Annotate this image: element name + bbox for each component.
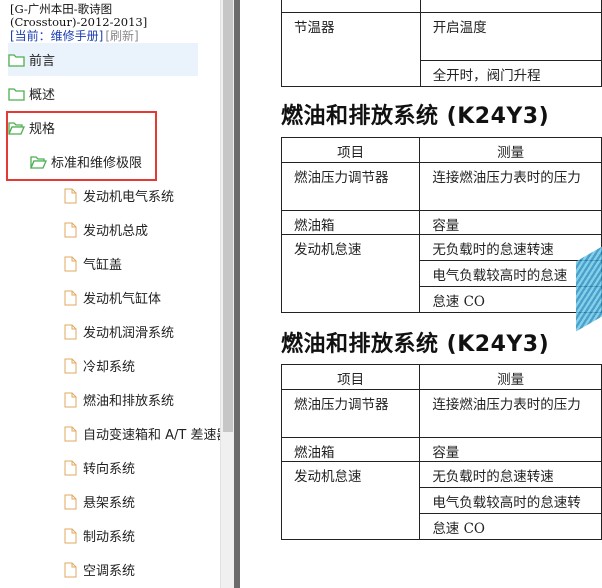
- table-cell-measure: 电气负载较高时的怠速转: [419, 487, 602, 514]
- tree-item-air-conditioning[interactable]: 空调系统: [64, 553, 135, 586]
- tree-item-automatic-transmission[interactable]: 自动变速箱和 A/T 差速器: [64, 417, 220, 450]
- folder-open-icon: [30, 155, 47, 169]
- nav-scrollbar-thumb[interactable]: [223, 0, 233, 432]
- document-icon: [64, 256, 77, 271]
- table-cell-item: 燃油压力调节器: [280, 162, 421, 211]
- tree-item-label: 前言: [29, 54, 56, 69]
- tree-item-label: 发动机电气系统: [83, 190, 175, 205]
- table-cell-measure: 连接燃油压力表时的压力: [419, 162, 602, 211]
- tree-item-label: 规格: [29, 122, 56, 137]
- tree-item-suspension-system[interactable]: 悬架系统: [64, 485, 135, 518]
- thermostat-table: 节温器 开启温度 全开时，阀门升程: [281, 0, 602, 87]
- section-title: 燃油和排放系统 (K24Y3): [281, 332, 550, 357]
- breadcrumb: [当前：维修手册] [刷新]: [10, 29, 139, 43]
- table-cell-item: 发动机怠速: [280, 234, 421, 313]
- document-icon: [64, 494, 77, 509]
- table-cell-item: 燃油箱: [280, 437, 421, 462]
- tree-item-label: 发动机气缸体: [83, 292, 162, 307]
- tree-item-label: 自动变速箱和 A/T 差速器: [83, 428, 220, 443]
- tree-item-label: 气缸盖: [83, 258, 123, 273]
- tree-item-preface[interactable]: 前言: [8, 43, 198, 76]
- document-title: [G-广州本田-歌诗图 (Crosstour)-2012-2013]: [10, 3, 147, 29]
- tree-item-label: 燃油和排放系统: [83, 394, 175, 409]
- document-icon: [64, 460, 77, 475]
- table-cell: [419, 0, 602, 13]
- fuel-emission-spec-table: 项目 测量 燃油压力调节器 连接燃油压力表时的压力 燃油箱 容量 发动机怠速 无…: [280, 137, 602, 313]
- column-header-item: 项目: [280, 137, 421, 163]
- document-icon: [64, 222, 77, 237]
- tree-item-fuel-and-emissions[interactable]: 燃油和排放系统: [64, 383, 174, 416]
- table-cell-item: 节温器: [281, 12, 421, 87]
- table-cell-measure: 怠速 CO: [419, 513, 602, 540]
- document-icon: [64, 392, 77, 407]
- tree-item-brake-system[interactable]: 制动系统: [64, 519, 135, 552]
- document-icon: [64, 426, 77, 441]
- tree-item-overview[interactable]: 概述: [8, 77, 198, 110]
- folder-open-icon: [8, 121, 25, 135]
- tree-item-label: 制动系统: [83, 530, 136, 545]
- tree-item-standards-and-service-limits[interactable]: 标准和维修极限: [30, 145, 198, 178]
- table-cell: [281, 0, 421, 13]
- table-cell-measure: 电气负载较高时的怠速: [419, 260, 602, 287]
- tree-item-label: 冷却系统: [83, 360, 136, 375]
- document-icon: [64, 188, 77, 203]
- tree-item-label: 发动机润滑系统: [83, 326, 175, 341]
- table-cell-measure: 无负载时的怠速转速: [419, 461, 602, 488]
- table-cell-item: 燃油压力调节器: [280, 389, 421, 438]
- table-cell-item: 燃油箱: [280, 210, 421, 235]
- fuel-emission-spec-table: 项目 测量 燃油压力调节器 连接燃油压力表时的压力 燃油箱 容量 发动机怠速 无…: [280, 364, 602, 540]
- document-icon: [64, 528, 77, 543]
- document-content: 节温器 开启温度 全开时，阀门升程 燃油和排放系统 (K24Y3) 项目 测量 …: [240, 0, 602, 588]
- tree-item-steering-system[interactable]: 转向系统: [64, 451, 135, 484]
- document-icon: [64, 324, 77, 339]
- current-manual-link[interactable]: [当前：维修手册]: [10, 29, 103, 43]
- tree-item-label: 转向系统: [83, 462, 136, 477]
- tree-item-label: 标准和维修极限: [51, 156, 143, 171]
- section-title: 燃油和排放系统 (K24Y3): [281, 104, 550, 129]
- folder-icon: [8, 87, 25, 101]
- tree-item-engine-lubrication[interactable]: 发动机润滑系统: [64, 315, 174, 348]
- refresh-link[interactable]: [刷新]: [105, 29, 138, 43]
- tree-item-cylinder-head[interactable]: 气缸盖: [64, 247, 122, 280]
- tree-item-label: 发动机总成: [83, 224, 149, 239]
- tree-item-specifications[interactable]: 规格: [8, 111, 198, 144]
- folder-icon: [8, 53, 25, 67]
- tree-item-cooling-system[interactable]: 冷却系统: [64, 349, 135, 382]
- document-title-line2: (Crosstour)-2012-2013]: [10, 15, 148, 29]
- tree-item-engine-assembly[interactable]: 发动机总成: [64, 213, 148, 246]
- column-header-measure: 测量: [419, 137, 602, 163]
- document-icon: [64, 358, 77, 373]
- table-cell-measure: 连接燃油压力表时的压力: [419, 389, 602, 438]
- table-cell-item: 发动机怠速: [280, 461, 421, 540]
- document-icon: [64, 290, 77, 305]
- table-cell-measure: 全开时，阀门升程: [419, 60, 602, 87]
- table-cell-measure: 开启温度: [419, 12, 602, 61]
- tree-item-label: 悬架系统: [83, 496, 136, 511]
- tree-item-engine-electrical[interactable]: 发动机电气系统: [64, 179, 174, 212]
- column-header-item: 项目: [280, 364, 421, 390]
- nav-scrollbar[interactable]: [220, 0, 234, 588]
- column-header-measure: 测量: [419, 364, 602, 390]
- table-cell-measure: 容量: [419, 210, 602, 235]
- tree-item-label: 空调系统: [83, 564, 136, 579]
- table-cell-measure: 怠速 CO: [419, 286, 602, 313]
- table-cell-measure: 无负载时的怠速转速: [419, 234, 602, 261]
- document-icon: [64, 562, 77, 577]
- tree-item-engine-block[interactable]: 发动机气缸体: [64, 281, 161, 314]
- tree-item-label: 概述: [29, 88, 56, 103]
- table-cell-measure: 容量: [419, 437, 602, 462]
- navigation-pane: [G-广州本田-歌诗图 (Crosstour)-2012-2013] [当前：维…: [0, 0, 220, 588]
